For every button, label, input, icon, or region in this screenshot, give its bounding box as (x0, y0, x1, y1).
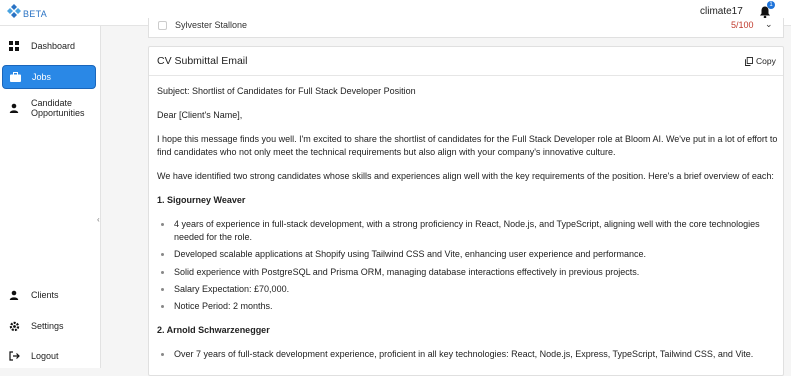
cv-submittal-email-card: CV Submittal Email Copy Subject: Shortli… (148, 46, 784, 376)
list-item: 4 years of experience in full-stack deve… (174, 219, 760, 229)
bullet (161, 353, 164, 356)
copy-icon (745, 56, 753, 66)
sidebar-item-label: Settings (31, 321, 64, 331)
candidate-name: Sylvester Stallone (175, 20, 248, 30)
sidebar-item-logout[interactable]: Logout (2, 344, 96, 368)
logout-icon (8, 350, 20, 362)
list-item: Notice Period: 2 months. (174, 301, 273, 311)
bullet (161, 253, 164, 256)
briefcase-icon (9, 71, 21, 83)
sidebar-item-jobs[interactable]: Jobs (2, 65, 96, 89)
candidate-score: 5/100 (731, 20, 754, 30)
logo-icon (7, 4, 21, 18)
sidebar-item-label-line2: Opportunities (31, 108, 85, 118)
person-icon (8, 289, 20, 301)
email-greeting: Dear [Client's Name], (157, 110, 243, 120)
sidebar-item-label: Jobs (32, 72, 52, 82)
sidebar-item-settings[interactable]: Settings (2, 314, 96, 338)
sidebar-item-candidate-opportunities[interactable]: Candidate Opportunities (2, 96, 96, 120)
gear-icon (8, 320, 20, 332)
bullet (161, 223, 164, 226)
copy-label: Copy (756, 56, 776, 66)
beta-badge: BETA (23, 9, 48, 19)
bullet (161, 288, 164, 291)
list-item: needed for the role. (174, 232, 253, 242)
sidebar-item-label: Clients (31, 290, 59, 300)
chevron-down-icon[interactable]: ⌄ (765, 19, 773, 30)
sidebar-item-label-line1: Candidate (31, 98, 73, 108)
grid-icon (8, 40, 20, 52)
list-item: Over 7 years of full-stack development e… (174, 349, 754, 359)
list-item: Developed scalable applications at Shopi… (174, 249, 646, 259)
sidebar-item-label: Logout (31, 351, 59, 361)
list-item: Solid experience with PostgreSQL and Pri… (174, 267, 640, 277)
candidate-heading: 2. Arnold Schwarzenegger (157, 325, 270, 335)
bullet (161, 271, 164, 274)
candidate-row[interactable]: Sylvester Stallone 5/100 ⌄ (148, 18, 784, 38)
sidebar-item-label: Dashboard (31, 41, 76, 51)
collapse-sidebar-button[interactable]: ‹ (97, 215, 100, 224)
candidate-checkbox[interactable] (158, 21, 167, 30)
email-intro-line: I hope this message finds you well. I'm … (157, 134, 778, 144)
copy-button[interactable]: Copy (745, 56, 776, 66)
person-icon (8, 102, 20, 114)
email-overview: We have identified two strong candidates… (157, 171, 774, 181)
candidate-heading: 1. Sigourney Weaver (157, 195, 246, 205)
app-logo[interactable]: BETA (6, 3, 47, 19)
email-subject: Subject: Shortlist of Candidates for Ful… (157, 86, 416, 96)
divider (149, 75, 783, 76)
sidebar-item-clients[interactable]: Clients (2, 283, 96, 307)
card-title: CV Submittal Email (157, 55, 248, 67)
sidebar-item-dashboard[interactable]: Dashboard (2, 34, 96, 58)
sidebar: Dashboard Jobs Candidate Opportunities ‹… (0, 26, 101, 368)
list-item: Salary Expectation: £70,000. (174, 284, 290, 294)
notification-badge: 1 (767, 1, 775, 9)
username[interactable]: climate17 (700, 6, 743, 17)
bullet (161, 305, 164, 308)
email-intro-line: find candidates who not only meet the te… (157, 147, 616, 157)
